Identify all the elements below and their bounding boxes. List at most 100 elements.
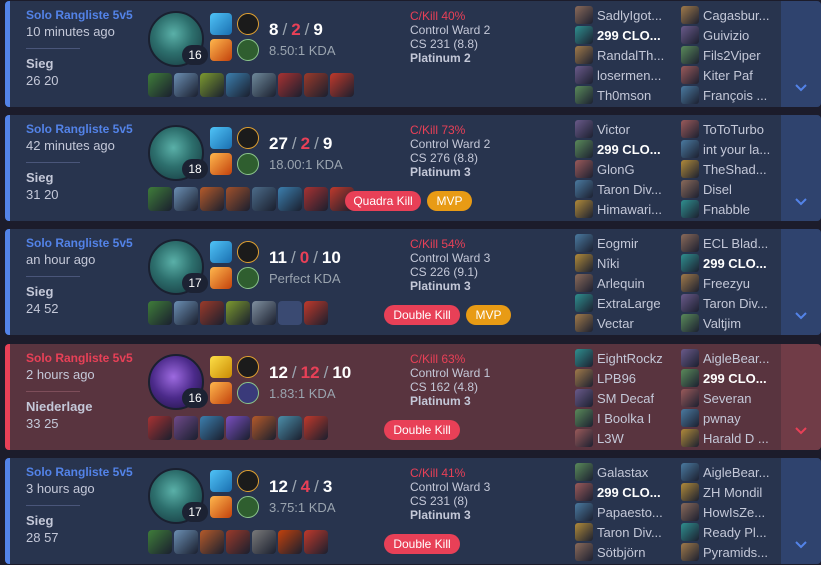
player-entry[interactable]: Galastax [575, 462, 675, 482]
player-name[interactable]: ZH Mondil [703, 485, 762, 500]
player-entry[interactable]: Fnabble [681, 199, 781, 219]
player-entry[interactable]: Severan [681, 388, 781, 408]
player-entry[interactable]: losermen... [575, 65, 675, 85]
player-entry[interactable]: LPB96 [575, 368, 675, 388]
item-icon[interactable] [304, 301, 328, 325]
player-entry[interactable]: SadlyIgot... [575, 5, 675, 25]
player-name[interactable]: Kiter Paf [703, 68, 753, 83]
player-entry[interactable]: Taron Div... [575, 522, 675, 542]
player-name[interactable]: HowIsZe... [703, 505, 765, 520]
item-icon[interactable] [226, 301, 250, 325]
player-entry[interactable]: 299 CLO... [575, 25, 675, 45]
player-name[interactable]: AigleBear... [703, 465, 770, 480]
player-entry[interactable]: Disel [681, 179, 781, 199]
item-icon[interactable] [174, 416, 198, 440]
player-entry[interactable]: Arlequin [575, 273, 675, 293]
item-icon[interactable] [252, 416, 276, 440]
item-icon[interactable] [200, 530, 224, 554]
player-entry[interactable]: 299 CLO... [575, 139, 675, 159]
player-name[interactable]: Guivizio [703, 28, 749, 43]
player-entry[interactable]: François ... [681, 85, 781, 105]
player-entry[interactable]: HowIsZe... [681, 502, 781, 522]
item-icon[interactable] [304, 73, 328, 97]
item-icon[interactable] [278, 416, 302, 440]
player-name[interactable]: L3W [597, 431, 624, 446]
expand-match-button[interactable] [781, 344, 821, 450]
player-name[interactable]: 299 CLO... [597, 142, 661, 157]
player-name[interactable]: RandalTh... [597, 48, 664, 63]
player-name[interactable]: Eogmir [597, 236, 638, 251]
player-entry[interactable]: ToToTurbo [681, 119, 781, 139]
match-row[interactable]: Solo Rangliste 5v5 3 hours ago Sieg 28 57 17… [5, 458, 821, 564]
item-icon[interactable] [226, 187, 250, 211]
player-name[interactable]: 299 CLO... [597, 28, 661, 43]
rune-icon[interactable] [237, 241, 259, 263]
player-entry[interactable]: TheShad... [681, 159, 781, 179]
rune-icon[interactable] [237, 356, 259, 378]
player-entry[interactable]: 299 CLO... [681, 368, 781, 388]
match-row[interactable]: Solo Rangliste 5v5 42 minutes ago Sieg 31 2… [5, 115, 821, 221]
player-name[interactable]: 299 CLO... [703, 371, 767, 386]
player-entry[interactable]: Guivizio [681, 25, 781, 45]
player-name[interactable]: I Boolka I [597, 411, 651, 426]
player-name[interactable]: Valtjim [703, 316, 741, 331]
player-name[interactable]: Taron Div... [597, 525, 662, 540]
player-name[interactable]: EightRockz [597, 351, 663, 366]
rune-icon[interactable] [237, 13, 259, 35]
player-entry[interactable]: Pyramids... [681, 542, 781, 562]
rune-icon[interactable] [237, 382, 259, 404]
item-icon[interactable] [148, 301, 172, 325]
summoner-spell-icon[interactable] [210, 267, 232, 289]
player-entry[interactable]: pwnay [681, 408, 781, 428]
item-icon[interactable] [278, 187, 302, 211]
summoner-spell-icon[interactable] [210, 496, 232, 518]
summoner-spell-icon[interactable] [210, 356, 232, 378]
player-name[interactable]: TheShad... [703, 162, 767, 177]
player-name[interactable]: int your la... [703, 142, 770, 157]
item-icon[interactable] [278, 530, 302, 554]
rune-icon[interactable] [237, 127, 259, 149]
player-name[interactable]: Taron Div... [597, 182, 662, 197]
player-entry[interactable]: 299 CLO... [575, 482, 675, 502]
player-name[interactable]: Fnabble [703, 202, 750, 217]
player-name[interactable]: Vectar [597, 316, 634, 331]
player-entry[interactable]: Th0mson [575, 85, 675, 105]
rune-icon[interactable] [237, 39, 259, 61]
player-name[interactable]: Pyramids... [703, 545, 768, 560]
player-entry[interactable]: ExtraLarge [575, 293, 675, 313]
player-name[interactable]: Galastax [597, 465, 648, 480]
player-name[interactable]: Victor [597, 122, 630, 137]
item-icon[interactable] [174, 530, 198, 554]
player-name[interactable]: GlonG [597, 162, 635, 177]
player-name[interactable]: ToToTurbo [703, 122, 764, 137]
rune-icon[interactable] [237, 267, 259, 289]
player-name[interactable]: LPB96 [597, 371, 636, 386]
item-icon[interactable] [174, 187, 198, 211]
match-row[interactable]: Solo Rangliste 5v5 10 minutes ago Sieg 26 2… [5, 1, 821, 107]
player-name[interactable]: Fils2Viper [703, 48, 761, 63]
player-name[interactable]: Harald D ... [703, 431, 769, 446]
item-icon[interactable] [148, 530, 172, 554]
player-name[interactable]: Taron Div... [703, 296, 768, 311]
player-entry[interactable]: Taron Div... [681, 293, 781, 313]
rune-icon[interactable] [237, 470, 259, 492]
rune-icon[interactable] [237, 496, 259, 518]
expand-match-button[interactable] [781, 458, 821, 564]
player-name[interactable]: losermen... [597, 68, 661, 83]
player-entry[interactable]: AigleBear... [681, 348, 781, 368]
item-icon[interactable] [226, 530, 250, 554]
player-name[interactable]: Sötbjörn [597, 545, 645, 560]
match-row[interactable]: Solo Rangliste 5v5 an hour ago Sieg 24 52 17… [5, 229, 821, 335]
item-icon[interactable] [226, 73, 250, 97]
player-entry[interactable]: EightRockz [575, 348, 675, 368]
player-name[interactable]: AigleBear... [703, 351, 770, 366]
player-entry[interactable]: Kiter Paf [681, 65, 781, 85]
player-name[interactable]: Th0mson [597, 88, 651, 103]
item-icon[interactable] [252, 187, 276, 211]
item-icon[interactable] [200, 416, 224, 440]
player-entry[interactable]: Taron Div... [575, 179, 675, 199]
item-icon[interactable] [278, 73, 302, 97]
player-name[interactable]: 299 CLO... [597, 485, 661, 500]
summoner-spell-icon[interactable] [210, 470, 232, 492]
player-entry[interactable]: Sötbjörn [575, 542, 675, 562]
